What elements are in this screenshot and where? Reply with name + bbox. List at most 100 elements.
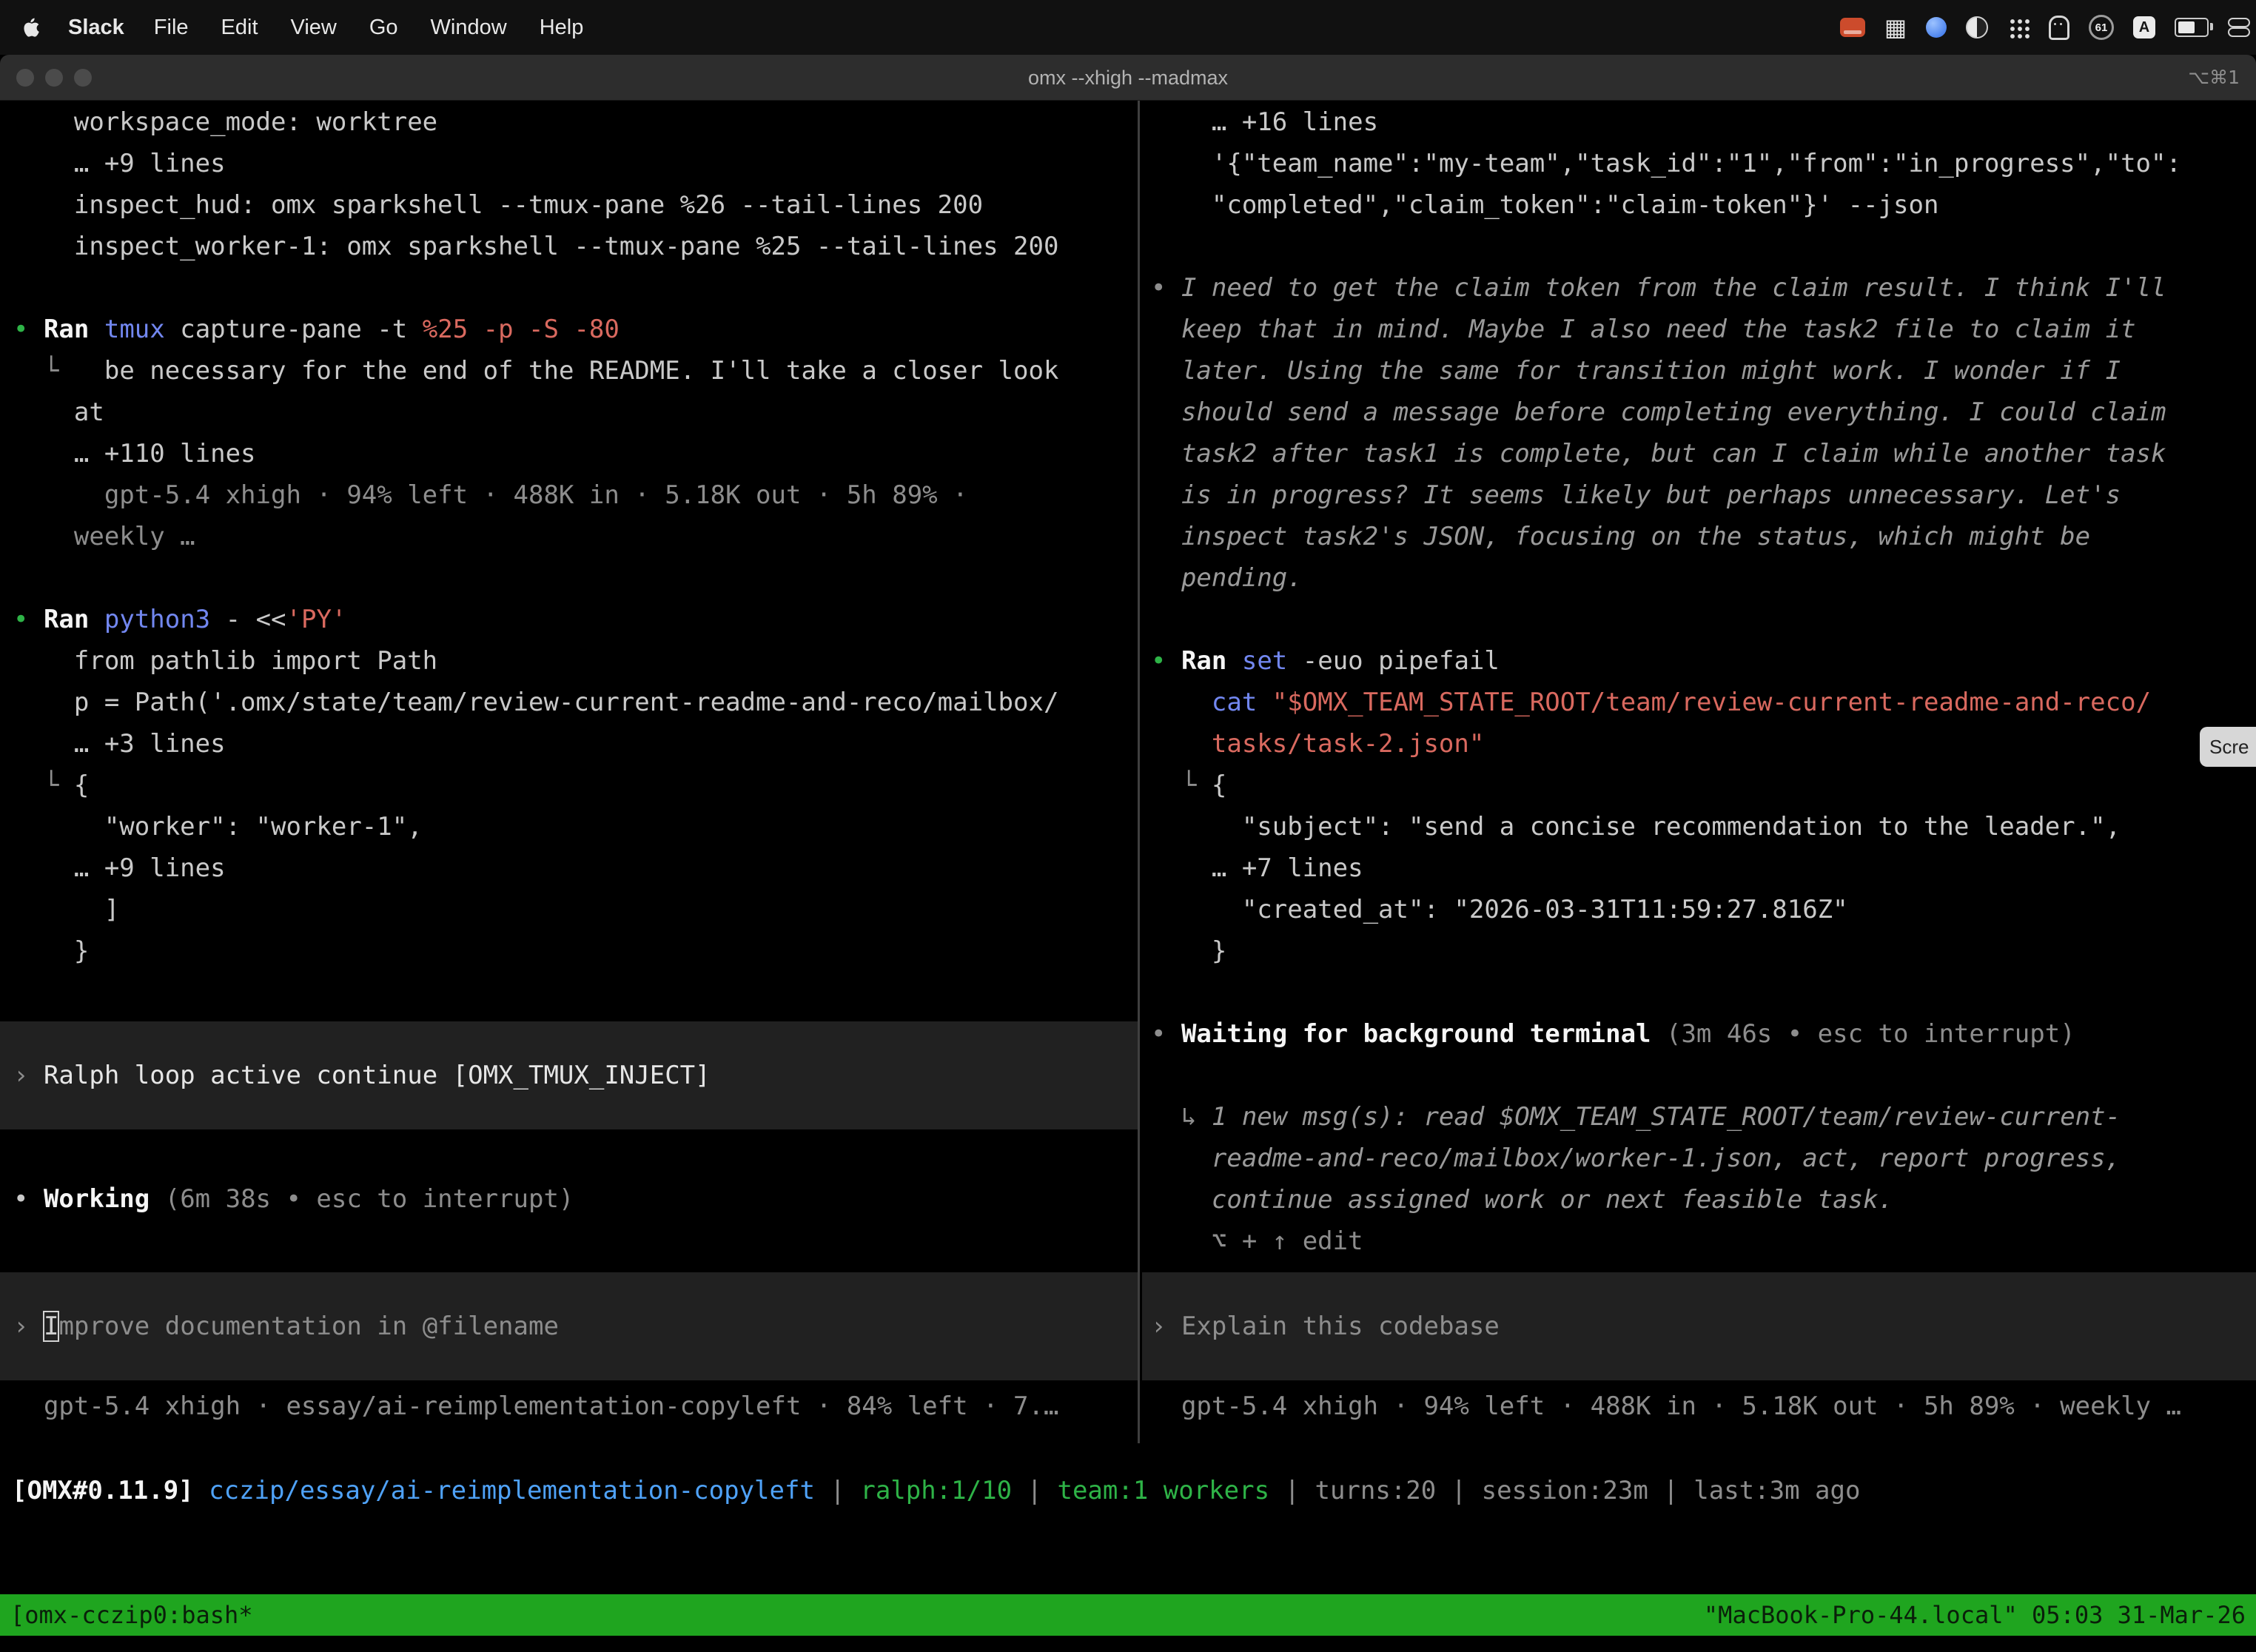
terminal-line: … +16 lines bbox=[1151, 101, 2256, 143]
window-title: omx --xhigh --madmax bbox=[0, 55, 2256, 101]
window-grid-icon[interactable] bbox=[1884, 16, 1907, 38]
text-segment: └ bbox=[44, 770, 58, 800]
menu-go[interactable]: Go bbox=[369, 16, 398, 40]
text-segment bbox=[1226, 646, 1241, 676]
text-segment: task2 after task1 is complete, but can I… bbox=[1151, 439, 2166, 469]
terminal-line: tasks/task-2.json" bbox=[1151, 723, 2256, 765]
terminal-line: • I need to get the claim token from the… bbox=[1151, 267, 2256, 309]
text-segment: gpt-5.4 xhigh · 94% left · 488K in · 5.1… bbox=[1151, 1391, 2181, 1421]
terminal-line: from pathlib import Path bbox=[13, 640, 1138, 682]
text-segment: (6m 38s • esc to interrupt) bbox=[150, 1184, 574, 1214]
text-segment: p = Path('.omx/state/team/review-current… bbox=[13, 688, 1058, 717]
prompt-input-left[interactable]: › Improve documentation in @filename bbox=[0, 1272, 1138, 1380]
menu-edit[interactable]: Edit bbox=[221, 16, 258, 40]
terminal-line: … +9 lines bbox=[13, 143, 1138, 184]
tmux-host-clock: "MacBook-Pro-44.local" 05:03 31-Mar-26 bbox=[1704, 1594, 2246, 1636]
terminal-line: … +7 lines bbox=[1151, 847, 2256, 889]
text-segment: | bbox=[1436, 1476, 1481, 1505]
dots-grid-icon[interactable] bbox=[2007, 16, 2030, 38]
app-menu[interactable]: Slack bbox=[68, 16, 124, 40]
text-segment: [OMX#0.11.9] bbox=[12, 1476, 194, 1505]
pane-right-scrollback: … +16 lines '{"team_name":"my-team","tas… bbox=[1142, 101, 2256, 1262]
terminal-line: • Ran python3 - <<'PY' bbox=[13, 599, 1138, 640]
terminal-line: … +110 lines bbox=[13, 433, 1138, 474]
ghost-app-icon[interactable] bbox=[2049, 16, 2069, 40]
text-segment: • bbox=[1151, 1019, 1181, 1049]
tmux-session-label: [omx-cczip0:bash* bbox=[10, 1594, 253, 1636]
text-segment: | bbox=[815, 1476, 860, 1505]
text-segment: { bbox=[1196, 770, 1226, 800]
text-segment bbox=[89, 315, 104, 344]
battery-icon[interactable] bbox=[2175, 18, 2209, 37]
terminal-line: "completed","claim_token":"claim-token"}… bbox=[1151, 184, 2256, 226]
terminal-line bbox=[1151, 972, 2256, 1013]
text-segment: tmux bbox=[104, 315, 165, 344]
text-segment: … +9 lines bbox=[13, 853, 226, 883]
terminal-line bbox=[13, 267, 1138, 309]
text-segment: be necessary for the end of the README. … bbox=[58, 356, 1058, 386]
prompt-input-right[interactable]: › Explain this codebase bbox=[1142, 1272, 2256, 1380]
input-source-icon[interactable]: A bbox=[2133, 16, 2155, 38]
text-segment: '{"team_name":"my-team","task_id":"1","f… bbox=[1151, 149, 2181, 178]
terminal-line: readme-and-reco/mailbox/worker-1.json, a… bbox=[1151, 1138, 2256, 1179]
text-segment bbox=[194, 1476, 209, 1505]
terminal-line: weekly … bbox=[13, 516, 1138, 557]
text-segment: python3 bbox=[104, 605, 210, 634]
text-segment: is in progress? It seems likely but perh… bbox=[1151, 480, 2121, 510]
text-segment: } bbox=[13, 936, 89, 966]
terminal-line: "subject": "send a concise recommendatio… bbox=[1151, 806, 2256, 847]
blue-app-icon[interactable] bbox=[1926, 17, 1947, 38]
text-segment: capture-pane -t bbox=[165, 315, 423, 344]
terminal-line: ⌥ + ↑ edit bbox=[1151, 1220, 2256, 1262]
terminal-line: ] bbox=[13, 889, 1138, 930]
text-segment: workspace_mode: worktree bbox=[13, 107, 437, 137]
tmux-pane-right[interactable]: … +16 lines '{"team_name":"my-team","tas… bbox=[1142, 101, 2256, 1652]
text-segment: "completed","claim_token":"claim-token"}… bbox=[1151, 190, 1938, 220]
terminal-line: "worker": "worker-1", bbox=[13, 806, 1138, 847]
text-segment: cczip/essay/ai-reimplementation-copyleft bbox=[209, 1476, 815, 1505]
menu-file[interactable]: File bbox=[154, 16, 189, 40]
text-segment: "created_at": "2026-03-31T11:59:27.816Z" bbox=[1151, 895, 1848, 924]
tmux-pane-left[interactable]: workspace_mode: worktree … +9 lines insp… bbox=[0, 101, 1138, 1652]
working-status: • Working (6m 38s • esc to interrupt) bbox=[13, 1178, 1138, 1220]
text-segment: ] bbox=[13, 895, 119, 924]
terminal-line bbox=[1151, 599, 2256, 640]
text-segment: - << bbox=[210, 605, 286, 634]
text-segment: Working bbox=[44, 1184, 150, 1214]
text-segment: later. Using the same for transition mig… bbox=[1151, 356, 2121, 386]
text-segment: … +110 lines bbox=[13, 439, 256, 469]
text-segment: "$OMX_TEAM_STATE_ROOT/team/review-curren… bbox=[1272, 688, 2151, 717]
menu-view[interactable]: View bbox=[291, 16, 337, 40]
text-segment: I bbox=[44, 1312, 58, 1341]
control-center-icon[interactable] bbox=[2228, 16, 2250, 38]
terminal-line bbox=[1151, 1055, 2256, 1096]
terminal-line: cat "$OMX_TEAM_STATE_ROOT/team/review-cu… bbox=[1151, 682, 2256, 723]
terminal-line: } bbox=[13, 930, 1138, 972]
terminal-line: … +9 lines bbox=[13, 847, 1138, 889]
terminal: workspace_mode: worktree … +9 lines insp… bbox=[0, 101, 2256, 1652]
terminal-line: • Ran set -euo pipefail bbox=[1151, 640, 2256, 682]
screen-recording-icon[interactable] bbox=[1840, 18, 1865, 37]
text-segment: 'PY' bbox=[286, 605, 347, 634]
inject-banner-text: › Ralph loop active continue [OMX_TMUX_I… bbox=[13, 1055, 711, 1096]
terminal-line: └ { bbox=[1151, 765, 2256, 806]
text-segment: ralph:1/10 bbox=[860, 1476, 1012, 1505]
menu-window[interactable]: Window bbox=[431, 16, 507, 40]
apple-menu-icon[interactable] bbox=[22, 17, 40, 38]
menu-help[interactable]: Help bbox=[540, 16, 584, 40]
text-segment: continue assigned work or next feasible … bbox=[1151, 1185, 1893, 1215]
terminal-line: gpt-5.4 xhigh · 94% left · 488K in · 5.1… bbox=[13, 474, 1138, 516]
pane-divider[interactable] bbox=[1138, 101, 1140, 1443]
text-segment: I need to get the claim token from the c… bbox=[1181, 273, 2166, 303]
omx-status-footer: [OMX#0.11.9] cczip/essay/ai-reimplementa… bbox=[12, 1470, 2256, 1511]
battery-ring-icon[interactable]: 61 bbox=[2089, 15, 2114, 40]
terminal-line: └ { bbox=[13, 765, 1138, 806]
text-segment: { bbox=[58, 770, 89, 800]
terminal-line: keep that in mind. Maybe I also need the… bbox=[1151, 309, 2256, 350]
window-shortcut-badge: ⌥⌘1 bbox=[2188, 55, 2240, 101]
text-segment: gpt-5.4 xhigh · 94% left · 488K in · 5.1… bbox=[13, 480, 968, 510]
terminal-line: inspect_hud: omx sparkshell --tmux-pane … bbox=[13, 184, 1138, 226]
circle-app-icon[interactable] bbox=[1966, 16, 1988, 38]
screen-share-button[interactable]: Scre bbox=[2200, 727, 2256, 767]
terminal-line: inspect task2's JSON, focusing on the st… bbox=[1151, 516, 2256, 557]
